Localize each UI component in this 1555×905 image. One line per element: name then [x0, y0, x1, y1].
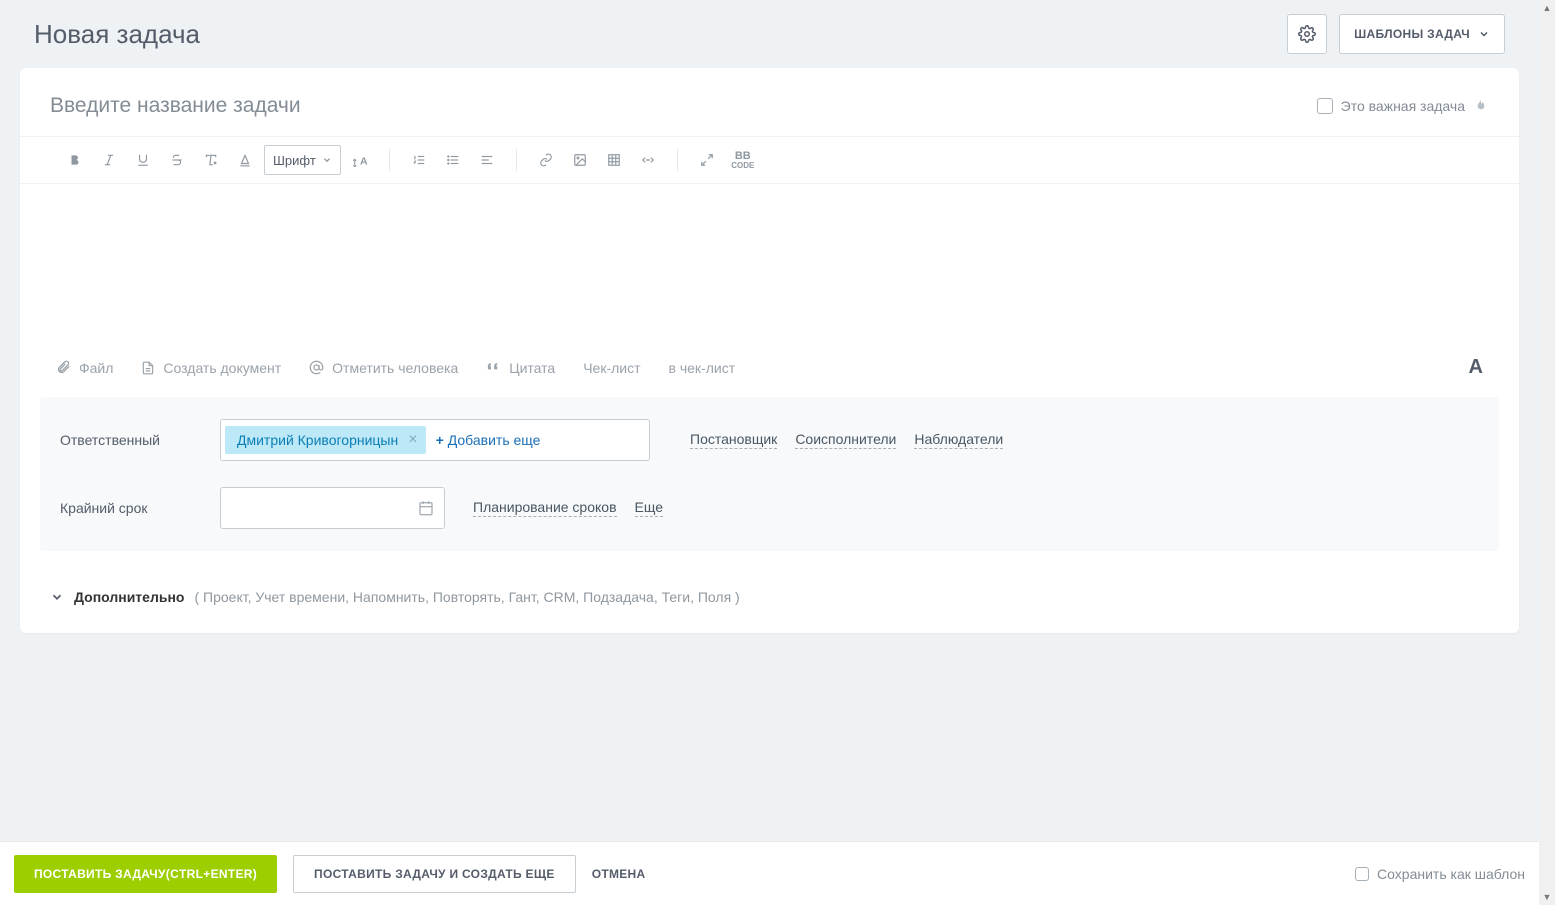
additional-row: Дополнительно ( Проект, Учет времени, На… [20, 571, 1519, 633]
footer-right: Сохранить как шаблон [1355, 866, 1525, 882]
footer: ПОСТАВИТЬ ЗАДАЧУ(CTRL+ENTER) ПОСТАВИТЬ З… [0, 841, 1539, 905]
responsible-input[interactable]: Дмитрий Кривогорницын × + Добавить еще [220, 419, 650, 461]
scroll-up-button[interactable]: ▲ [1539, 0, 1555, 16]
form-block: Ответственный Дмитрий Кривогорницын × + … [40, 397, 1499, 551]
at-icon [309, 360, 324, 375]
italic-icon [102, 153, 116, 167]
chevron-down-icon [322, 155, 332, 165]
ordered-list-button[interactable] [404, 145, 434, 175]
templates-label: ШАБЛОНЫ ЗАДАЧ [1354, 27, 1470, 41]
save-template-label: Сохранить как шаблон [1377, 866, 1525, 882]
link-icon [538, 153, 554, 167]
underline-button[interactable] [128, 145, 158, 175]
person-name: Дмитрий Кривогорницын [237, 432, 398, 448]
editor-toolbar: Шрифт A BBCODE [20, 137, 1519, 184]
important-check: Это важная задача [1317, 98, 1489, 114]
italic-button[interactable] [94, 145, 124, 175]
strike-button[interactable] [162, 145, 192, 175]
link-button[interactable] [531, 145, 561, 175]
cancel-button[interactable]: ОТМЕНА [592, 867, 646, 881]
mention-person[interactable]: Отметить человека [309, 360, 458, 376]
chevron-down-icon[interactable] [50, 590, 64, 604]
header-actions: ШАБЛОНЫ ЗАДАЧ [1287, 14, 1505, 54]
expand-icon [700, 153, 714, 167]
additional-items: ( Проект, Учет времени, Напомнить, Повто… [194, 589, 739, 605]
more-link[interactable]: Еще [635, 499, 664, 517]
role-creator[interactable]: Постановщик [690, 431, 777, 449]
calendar-icon [418, 500, 434, 516]
font-size-icon: A [351, 153, 369, 167]
table-icon [606, 153, 622, 167]
fullscreen-button[interactable] [692, 145, 722, 175]
attach-row: Файл Создать документ Отметить человека … [20, 344, 1519, 397]
text-color-button[interactable] [230, 145, 260, 175]
date-links: Планирование сроков Еще [473, 499, 663, 517]
save-template-checkbox[interactable] [1355, 867, 1369, 881]
additional-label[interactable]: Дополнительно [74, 589, 184, 605]
planning-link[interactable]: Планирование сроков [473, 499, 617, 517]
unordered-list-icon [445, 153, 461, 167]
align-icon [479, 153, 495, 167]
document-icon [141, 361, 155, 375]
deadline-label: Крайний срок [60, 500, 200, 516]
font-size-button[interactable]: A [345, 145, 375, 175]
submit-button[interactable]: ПОСТАВИТЬ ЗАДАЧУ(CTRL+ENTER) [14, 855, 277, 893]
font-select[interactable]: Шрифт [264, 145, 341, 175]
font-select-label: Шрифт [273, 153, 316, 168]
important-checkbox[interactable] [1317, 98, 1333, 114]
submit-again-button[interactable]: ПОСТАВИТЬ ЗАДАЧУ И СОЗДАТЬ ЕЩЕ [293, 855, 576, 893]
attach-file[interactable]: Файл [56, 360, 113, 376]
title-row: Это важная задача [20, 68, 1519, 137]
strike-icon [170, 153, 184, 167]
code-icon [639, 153, 657, 167]
task-title-input[interactable] [50, 94, 850, 118]
svg-text:A: A [360, 156, 368, 168]
align-button[interactable] [472, 145, 502, 175]
create-doc[interactable]: Создать документ [141, 360, 281, 376]
scrollbar[interactable]: ▲ ▼ [1539, 0, 1555, 905]
role-links: Постановщик Соисполнители Наблюдатели [690, 431, 1003, 449]
clear-format-icon [204, 153, 218, 167]
scroll-down-button[interactable]: ▼ [1539, 889, 1555, 905]
ordered-list-icon [411, 153, 427, 167]
person-tag: Дмитрий Кривогорницын × [225, 426, 426, 454]
text-color-icon [238, 153, 252, 167]
important-label: Это важная задача [1341, 98, 1465, 114]
editor-area[interactable] [20, 184, 1519, 344]
add-more-responsible[interactable]: + Добавить еще [436, 432, 541, 448]
unordered-list-button[interactable] [438, 145, 468, 175]
checklist[interactable]: Чек-лист [583, 360, 640, 376]
page-title: Новая задача [34, 19, 200, 50]
responsible-label: Ответственный [60, 432, 200, 448]
image-icon [572, 153, 588, 167]
responsible-row: Ответственный Дмитрий Кривогорницын × + … [60, 419, 1479, 461]
fire-icon [1473, 98, 1489, 114]
remove-person-button[interactable]: × [408, 431, 417, 449]
quote-icon [486, 360, 501, 375]
gear-icon [1298, 25, 1316, 43]
settings-button[interactable] [1287, 14, 1327, 54]
underline-icon [136, 153, 150, 167]
bold-button[interactable] [60, 145, 90, 175]
chevron-down-icon [1478, 28, 1490, 40]
task-card: Это важная задача Шрифт A [20, 68, 1519, 633]
deadline-row: Крайний срок Планирование сроков Еще [60, 487, 1479, 529]
text-format-toggle[interactable]: A [1469, 356, 1483, 379]
bold-icon [68, 153, 82, 167]
page-header: Новая задача ШАБЛОНЫ ЗАДАЧ [20, 0, 1519, 68]
deadline-input[interactable] [220, 487, 445, 529]
paperclip-icon [56, 360, 71, 375]
to-checklist[interactable]: в чек-лист [669, 360, 736, 376]
table-button[interactable] [599, 145, 629, 175]
clear-format-button[interactable] [196, 145, 226, 175]
templates-button[interactable]: ШАБЛОНЫ ЗАДАЧ [1339, 14, 1505, 54]
image-button[interactable] [565, 145, 595, 175]
role-observers[interactable]: Наблюдатели [914, 431, 1003, 449]
bbcode-button[interactable]: BBCODE [726, 145, 760, 175]
role-accomplices[interactable]: Соисполнители [795, 431, 896, 449]
code-button[interactable] [633, 145, 663, 175]
quote[interactable]: Цитата [486, 360, 555, 376]
